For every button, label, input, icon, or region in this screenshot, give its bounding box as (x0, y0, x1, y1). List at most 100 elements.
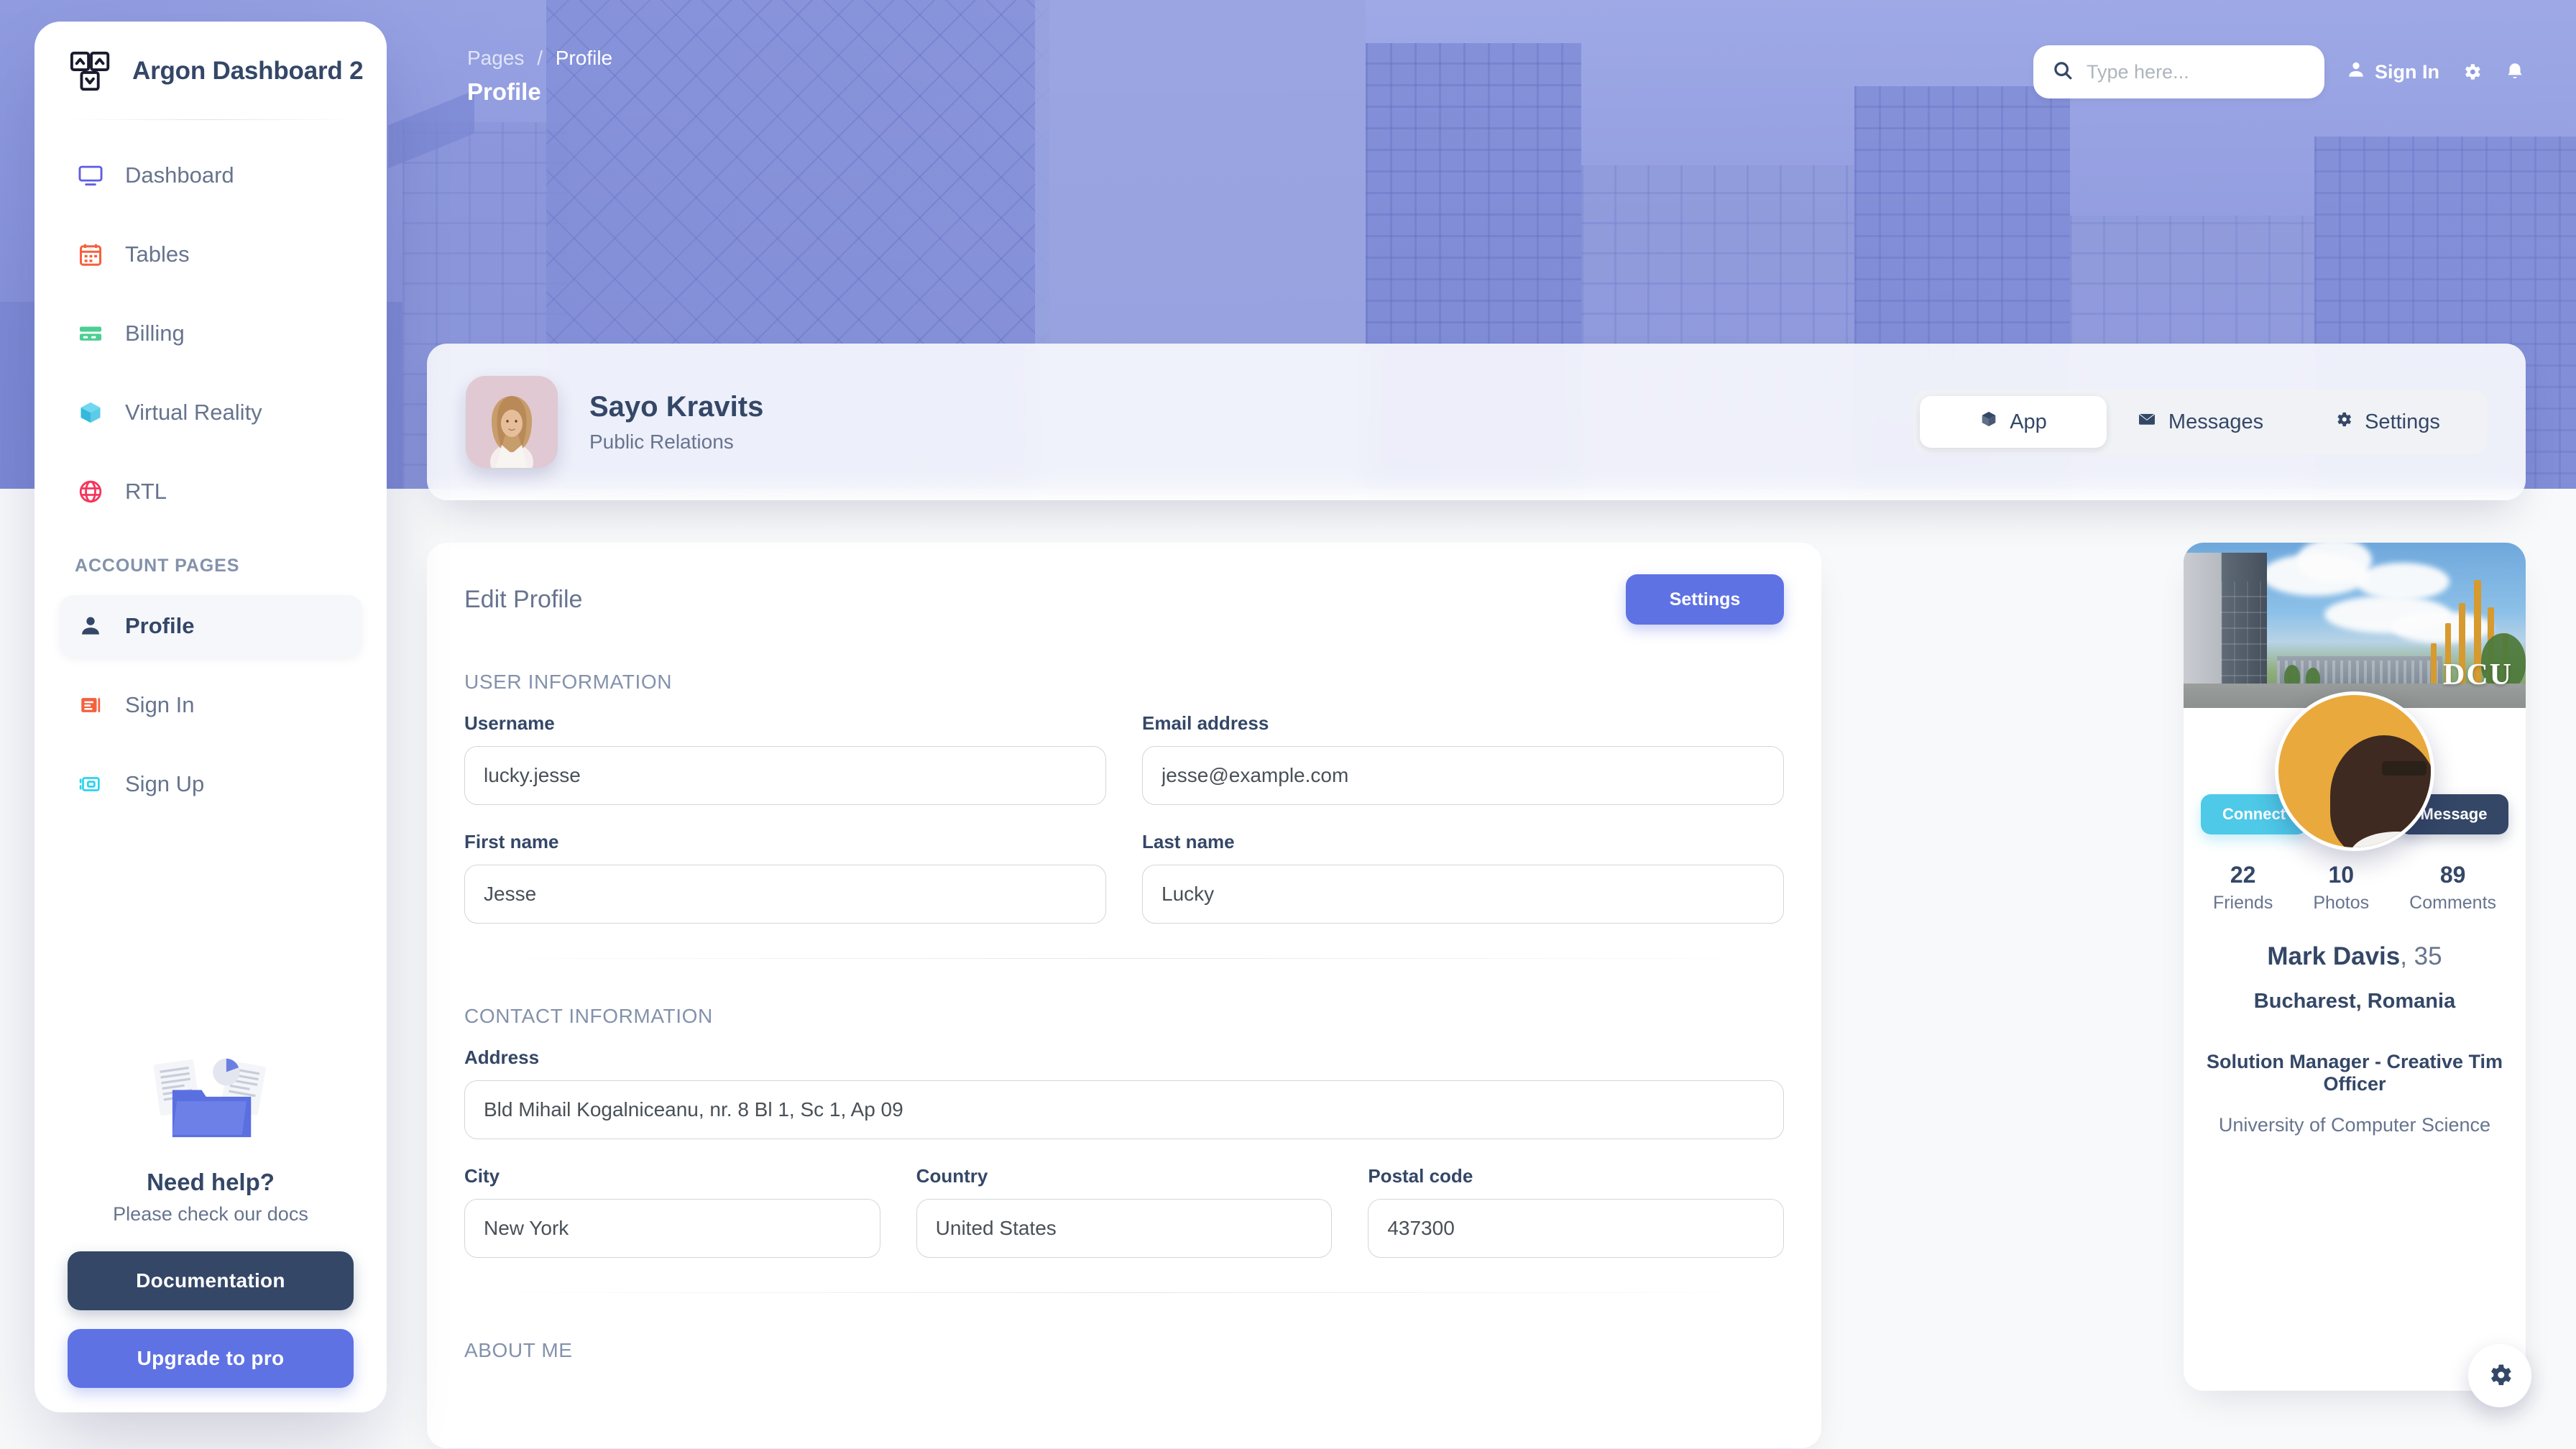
tab-app[interactable]: App (1920, 396, 2107, 448)
sign-in-icon (75, 689, 106, 721)
sign-in-link[interactable]: Sign In (2346, 60, 2439, 85)
documentation-button[interactable]: Documentation (68, 1251, 354, 1310)
contact-information-label: CONTACT INFORMATION (464, 1005, 1784, 1028)
stat-label: Photos (2313, 893, 2369, 914)
about-me-label: ABOUT ME (464, 1339, 1784, 1362)
sidebar-item-profile[interactable]: Profile (59, 595, 362, 657)
city-label: City (464, 1165, 880, 1187)
search-icon (2052, 60, 2074, 85)
sidebar-item-label: Dashboard (125, 162, 234, 188)
email-label: Email address (1142, 712, 1784, 735)
sidebar-item-dashboard[interactable]: Dashboard (59, 144, 362, 206)
postal-code-input[interactable] (1368, 1199, 1784, 1258)
calendar-icon (75, 239, 106, 270)
brand[interactable]: Argon Dashboard 2 (34, 22, 387, 119)
country-input[interactable] (916, 1199, 1333, 1258)
sidebar-item-tables[interactable]: Tables (59, 224, 362, 285)
city-input[interactable] (464, 1199, 880, 1258)
side-profile-name-row: Mark Davis, 35 (2184, 942, 2526, 971)
sidebar-nav: Dashboard Tables (34, 144, 387, 832)
stat-value: 22 (2213, 862, 2273, 888)
side-profile-name: Mark Davis (2267, 942, 2400, 970)
sidebar-item-sign-in[interactable]: Sign In (59, 674, 362, 736)
stat-photos: 10 Photos (2313, 862, 2369, 914)
topbar-actions: Sign In (2033, 40, 2526, 98)
section-divider (464, 958, 1784, 959)
address-label: Address (464, 1046, 1784, 1069)
settings-button[interactable]: Settings (1626, 574, 1784, 625)
tab-label: App (2010, 410, 2047, 434)
tab-settings[interactable]: Settings (2294, 396, 2480, 448)
stat-value: 10 (2313, 862, 2369, 888)
field-username: Username (464, 712, 1106, 805)
first-name-label: First name (464, 831, 1106, 853)
breadcrumb-current: Profile (556, 47, 612, 69)
sidebar-item-virtual-reality[interactable]: Virtual Reality (59, 382, 362, 443)
avatar-image (2330, 735, 2434, 851)
tab-label: Messages (2168, 410, 2263, 434)
form-row-first-last-name: First name Last name (464, 831, 1784, 924)
floating-settings-button[interactable] (2468, 1344, 2531, 1407)
breadcrumb-root[interactable]: Pages (467, 47, 524, 69)
profile-name: Sayo Kravits (589, 391, 763, 423)
side-profile-location: Bucharest, Romania (2184, 990, 2526, 1013)
stat-friends: 22 Friends (2213, 862, 2273, 914)
bell-icon[interactable] (2504, 61, 2526, 83)
avatar[interactable] (466, 376, 558, 468)
last-name-input[interactable] (1142, 865, 1784, 924)
stat-label: Comments (2409, 893, 2496, 914)
profile-identity: Sayo Kravits Public Relations (589, 391, 763, 454)
monitor-icon (75, 160, 106, 191)
username-input[interactable] (464, 746, 1106, 805)
country-label: Country (916, 1165, 1333, 1187)
help-title: Need help? (68, 1169, 354, 1196)
cover-image: DCU (2184, 543, 2526, 708)
field-last-name: Last name (1142, 831, 1784, 924)
topbar: Pages / Profile Profile Sign In (467, 40, 2526, 119)
sidebar-item-billing[interactable]: Billing (59, 303, 362, 364)
gear-icon (2334, 410, 2353, 435)
argon-logo-icon (69, 49, 114, 93)
profile-header-card: Sayo Kravits Public Relations App (427, 344, 2526, 500)
search-box[interactable] (2033, 45, 2324, 98)
search-input[interactable] (2087, 61, 2306, 83)
box-3d-icon (75, 397, 106, 428)
gear-icon[interactable] (2461, 61, 2483, 83)
avatar-image (466, 376, 558, 468)
sidebar-item-label: Sign Up (125, 771, 204, 797)
tab-messages[interactable]: Messages (2107, 396, 2294, 448)
profile-role: Public Relations (589, 431, 763, 454)
box-3d-icon (1979, 410, 1998, 434)
avatar[interactable] (2275, 691, 2434, 851)
sidebar-item-label: RTL (125, 479, 167, 505)
sidebar-item-label: Tables (125, 242, 190, 267)
field-address: Address (464, 1046, 1784, 1139)
folder-documents-icon (142, 1045, 279, 1153)
last-name-label: Last name (1142, 831, 1784, 853)
first-name-input[interactable] (464, 865, 1106, 924)
glasses-shape (2382, 761, 2426, 776)
upgrade-to-pro-button[interactable]: Upgrade to pro (68, 1329, 354, 1388)
sidebar: Argon Dashboard 2 Dashboard (34, 22, 387, 1412)
person-icon (2346, 60, 2366, 85)
email-input[interactable] (1142, 746, 1784, 805)
profile-tabs: App Messages Settings (1913, 390, 2487, 454)
breadcrumb: Pages / Profile Profile (467, 40, 612, 106)
sidebar-item-rtl[interactable]: RTL (59, 461, 362, 523)
cover-logo-text: DCU (2443, 658, 2513, 692)
tab-label: Settings (2365, 410, 2440, 434)
gear-icon (2485, 1361, 2514, 1392)
form-row-city-country-postal: City Country Postal code (464, 1165, 1784, 1258)
sidebar-item-sign-up[interactable]: Sign Up (59, 753, 362, 815)
side-profile-job: Solution Manager - Creative Tim Officer (2184, 1051, 2526, 1095)
postal-code-label: Postal code (1368, 1165, 1784, 1187)
form-row-address: Address (464, 1046, 1784, 1139)
sidebar-item-label: Sign In (125, 692, 195, 718)
edit-profile-card: Edit Profile Settings USER INFORMATION U… (427, 543, 1821, 1448)
sidebar-item-label: Billing (125, 321, 185, 346)
envelope-icon (2137, 409, 2157, 435)
sidebar-help-block: Need help? Please check our docs Documen… (34, 1045, 387, 1412)
address-input[interactable] (464, 1080, 1784, 1139)
sign-in-label: Sign In (2375, 61, 2439, 83)
form-row-username-email: Username Email address (464, 712, 1784, 805)
